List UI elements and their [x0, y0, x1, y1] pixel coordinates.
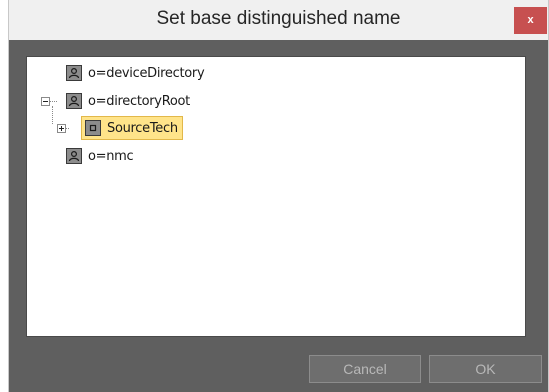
person-icon [66, 65, 82, 81]
tree-node-directoryroot[interactable]: o=directoryRoot [66, 91, 190, 111]
expand-toggle[interactable] [57, 124, 66, 133]
dialog-title: Set base distinguished name [156, 8, 401, 29]
tree-node-nmc[interactable]: o=nmc [66, 146, 134, 166]
tree-node-label: o=directoryRoot [88, 93, 190, 109]
person-icon [66, 148, 82, 164]
ok-button[interactable]: OK [429, 355, 542, 383]
tree-node-label: o=deviceDirectory [88, 65, 205, 81]
directory-tree[interactable]: o=deviceDirectory o=directoryRoot Source… [26, 56, 526, 337]
tree-node-sourcetech[interactable]: SourceTech [81, 116, 183, 140]
person-icon [66, 93, 82, 109]
dialog-body: o=deviceDirectory o=directoryRoot Source… [9, 40, 548, 392]
dialog-window: Set base distinguished name x o=deviceDi… [8, 0, 549, 392]
unit-icon [85, 120, 101, 136]
title-bar[interactable]: Set base distinguished name x [9, 0, 548, 40]
close-button[interactable]: x [514, 7, 547, 34]
collapse-toggle[interactable] [41, 97, 50, 106]
tree-node-devicedirectory[interactable]: o=deviceDirectory [66, 63, 205, 83]
cancel-button[interactable]: Cancel [309, 355, 421, 383]
tree-node-label: o=nmc [88, 148, 134, 164]
tree-connector [52, 106, 53, 124]
tree-node-label: SourceTech [107, 120, 178, 136]
